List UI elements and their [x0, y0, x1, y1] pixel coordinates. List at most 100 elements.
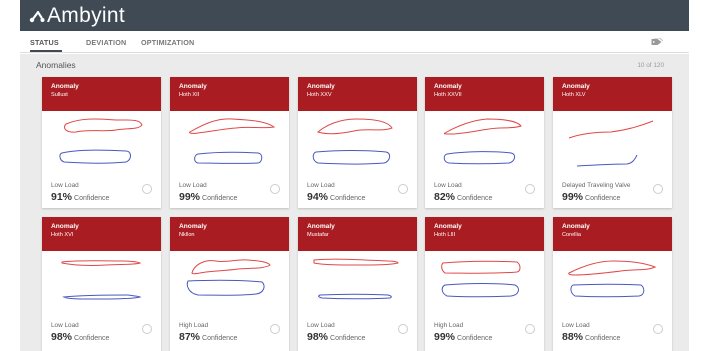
active-tab-indicator	[30, 50, 62, 52]
select-radio[interactable]	[653, 184, 663, 194]
current-trace	[313, 258, 399, 266]
confidence-percent: 91%	[51, 191, 73, 203]
card-kind: Anomaly	[434, 83, 462, 90]
select-radio[interactable]	[525, 324, 535, 334]
current-trace	[568, 120, 654, 139]
card-kind: Anomaly	[434, 223, 462, 230]
card-header: Anomaly Nkllon	[170, 217, 289, 251]
select-radio[interactable]	[142, 184, 152, 194]
confidence-unit: Confidence	[585, 335, 621, 342]
card-kind: Anomaly	[179, 83, 207, 90]
anomaly-label: Low Load	[51, 182, 79, 189]
app-header: Ambyint	[20, 0, 689, 31]
confidence-unit: Confidence	[457, 335, 493, 342]
select-radio[interactable]	[398, 324, 408, 334]
logo-icon	[29, 10, 45, 22]
dynacard-chart	[568, 120, 654, 167]
anomaly-label: Low Load	[51, 322, 79, 329]
confidence-value: 88% Confidence	[562, 331, 620, 343]
dynacard-chart	[443, 118, 522, 165]
select-radio[interactable]	[270, 324, 280, 334]
confidence-unit: Confidence	[74, 335, 110, 342]
anomaly-card[interactable]: Anomaly Corellia Low Load 88% Confidence	[553, 217, 672, 351]
anomaly-card[interactable]: Anomaly Hoth XVI Low Load 98% Confidence	[42, 217, 161, 351]
anomaly-card[interactable]: Anomaly Hoth XLV Delayed Traveling Valve…	[553, 77, 672, 208]
confidence-value: 87% Confidence	[179, 331, 237, 343]
anomaly-card[interactable]: Anomaly Nkllon High Load 87% Confidence	[170, 217, 289, 351]
card-location: Hoth XII	[179, 92, 200, 98]
anomaly-card[interactable]: Anomaly Sullust Low Load 91% Confidence	[42, 77, 161, 208]
card-kind: Anomaly	[179, 223, 207, 230]
dynacard-chart	[312, 118, 393, 165]
tag-icon[interactable]	[651, 38, 663, 46]
anomaly-label: Low Load	[562, 322, 590, 329]
card-kind: Anomaly	[562, 83, 590, 90]
select-radio[interactable]	[525, 184, 535, 194]
current-trace	[316, 118, 393, 135]
confidence-unit: Confidence	[457, 195, 493, 202]
confidence-unit: Confidence	[585, 195, 621, 202]
anomaly-card[interactable]: Anomaly Hoth XII Low Load 99% Confidence	[170, 77, 289, 208]
dynacard-chart	[61, 260, 142, 300]
anomalies-panel: Anomalies 10 of 120 Anomaly Sullust Low …	[20, 54, 689, 351]
anomaly-label: High Load	[179, 322, 209, 329]
card-location: Hoth LIII	[434, 232, 456, 238]
confidence-percent: 94%	[307, 191, 329, 203]
dynacard-chart	[186, 259, 271, 296]
confidence-percent: 99%	[179, 191, 201, 203]
current-trace	[441, 260, 521, 274]
card-location: Sullust	[51, 92, 68, 98]
confidence-value: 94% Confidence	[307, 191, 365, 203]
confidence-percent: 99%	[562, 191, 584, 203]
dynacard-chart	[313, 258, 399, 300]
current-trace	[191, 259, 271, 275]
confidence-value: 99% Confidence	[179, 191, 237, 203]
confidence-percent: 88%	[562, 331, 584, 343]
confidence-percent: 98%	[51, 331, 73, 343]
confidence-unit: Confidence	[202, 335, 238, 342]
confidence-value: 98% Confidence	[51, 331, 109, 343]
card-header: Anomaly Mustafar	[298, 217, 417, 251]
result-count: 10 of 120	[637, 62, 664, 69]
tab-deviation[interactable]: DEVIATION	[86, 38, 126, 47]
card-header: Anomaly Hoth XXV	[298, 77, 417, 111]
select-radio[interactable]	[270, 184, 280, 194]
anomaly-label: Low Load	[307, 182, 335, 189]
card-header: Anomaly Sullust	[42, 77, 161, 111]
tab-optimization[interactable]: OPTIMIZATION	[141, 38, 194, 47]
card-location: Hoth XVI	[51, 232, 74, 238]
reference-trace	[59, 149, 131, 164]
current-trace	[189, 118, 276, 134]
anomaly-card[interactable]: Anomaly Hoth XXVII Low Load 82% Confidenc…	[425, 77, 544, 208]
card-header: Anomaly Hoth XVI	[42, 217, 161, 251]
select-radio[interactable]	[653, 324, 663, 334]
card-kind: Anomaly	[562, 223, 590, 230]
reference-trace	[312, 150, 391, 165]
tab-status[interactable]: STATUS	[30, 38, 59, 47]
reference-trace	[441, 283, 519, 298]
card-header: Anomaly Hoth XXVII	[425, 77, 544, 111]
section-title: Anomalies	[36, 60, 76, 70]
anomaly-card[interactable]: Anomaly Mustafar Low Load 98% Confidence	[298, 217, 417, 351]
card-kind: Anomaly	[51, 83, 79, 90]
card-kind: Anomaly	[307, 83, 335, 90]
reference-trace	[186, 279, 265, 296]
anomaly-label: Low Load	[307, 322, 335, 329]
select-radio[interactable]	[398, 184, 408, 194]
anomaly-card[interactable]: Anomaly Hoth XXV Low Load 94% Confidence	[298, 77, 417, 208]
app-title: Ambyint	[47, 3, 125, 27]
confidence-unit: Confidence	[202, 195, 238, 202]
confidence-percent: 98%	[307, 331, 329, 343]
confidence-unit: Confidence	[74, 195, 110, 202]
select-radio[interactable]	[142, 324, 152, 334]
current-trace	[61, 260, 142, 266]
anomaly-card[interactable]: Anomaly Hoth LIII High Load 99% Confidenc…	[425, 217, 544, 351]
card-header: Anomaly Corellia	[553, 217, 672, 251]
dynacard-chart	[441, 260, 521, 298]
dynacard-chart	[59, 118, 143, 164]
confidence-value: 91% Confidence	[51, 191, 109, 203]
confidence-value: 99% Confidence	[434, 331, 492, 343]
reference-trace	[443, 151, 516, 165]
card-location: Hoth XLV	[562, 92, 586, 98]
dynacard-chart	[568, 260, 657, 298]
